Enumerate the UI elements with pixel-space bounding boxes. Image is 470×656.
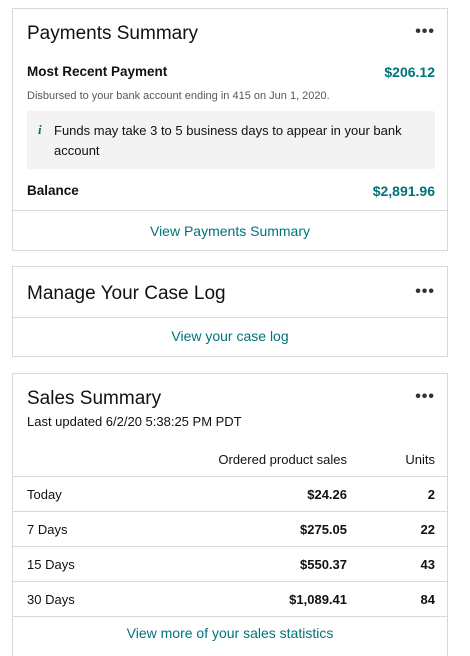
most-recent-payment-label: Most Recent Payment: [27, 64, 168, 79]
sales-row-amount: $24.26: [307, 487, 347, 502]
sales-summary-title: Sales Summary: [27, 388, 162, 409]
funds-info-box: i Funds may take 3 to 5 business days to…: [27, 111, 435, 169]
sales-row: 30 Days $1,089.41 84: [13, 581, 447, 616]
units-column-header: Units: [405, 452, 435, 467]
sales-row-units: 2: [427, 487, 435, 502]
payments-summary-card: Payments Summary ••• Most Recent Payment…: [12, 8, 448, 251]
payments-more-options-icon[interactable]: •••: [415, 23, 435, 41]
sales-row-amount: $550.37: [300, 557, 347, 572]
sales-row: 15 Days $550.37 43: [13, 546, 447, 581]
funds-info-text: Funds may take 3 to 5 business days to a…: [54, 123, 402, 158]
sales-row: 7 Days $275.05 22: [13, 511, 447, 546]
sales-divider: [13, 616, 447, 617]
last-updated-text: Last updated 6/2/20 5:38:25 PM PDT: [27, 414, 242, 429]
info-icon: i: [38, 122, 42, 137]
payments-divider: [13, 210, 447, 211]
view-case-log-link[interactable]: View your case log: [13, 328, 447, 344]
case-log-title: Manage Your Case Log: [27, 283, 226, 304]
sales-row-amount: $1,089.41: [289, 592, 347, 607]
sales-row-period: Today: [27, 487, 62, 502]
most-recent-payment-value: $206.12: [384, 64, 435, 80]
case-log-divider: [13, 317, 447, 318]
sales-more-options-icon[interactable]: •••: [415, 388, 435, 406]
payments-summary-title: Payments Summary: [27, 23, 199, 44]
balance-label: Balance: [27, 183, 79, 198]
sales-row-period: 30 Days: [27, 592, 75, 607]
sales-row-period: 7 Days: [27, 522, 68, 537]
sales-row-units: 84: [420, 592, 435, 607]
sales-row: Today $24.26 2: [13, 476, 447, 511]
view-sales-statistics-link[interactable]: View more of your sales statistics: [13, 625, 447, 641]
view-payments-summary-link[interactable]: View Payments Summary: [13, 223, 447, 239]
case-log-more-options-icon[interactable]: •••: [415, 283, 435, 301]
sales-row-units: 22: [420, 522, 435, 537]
sales-summary-card: Sales Summary ••• Last updated 6/2/20 5:…: [12, 373, 448, 656]
disbursed-note: Disbursed to your bank account ending in…: [27, 90, 330, 102]
case-log-card: Manage Your Case Log ••• View your case …: [12, 266, 448, 357]
ordered-sales-column-header: Ordered product sales: [218, 452, 347, 467]
balance-value: $2,891.96: [372, 183, 435, 199]
sales-row-period: 15 Days: [27, 557, 75, 572]
sales-row-amount: $275.05: [300, 522, 347, 537]
sales-row-units: 43: [420, 557, 435, 572]
